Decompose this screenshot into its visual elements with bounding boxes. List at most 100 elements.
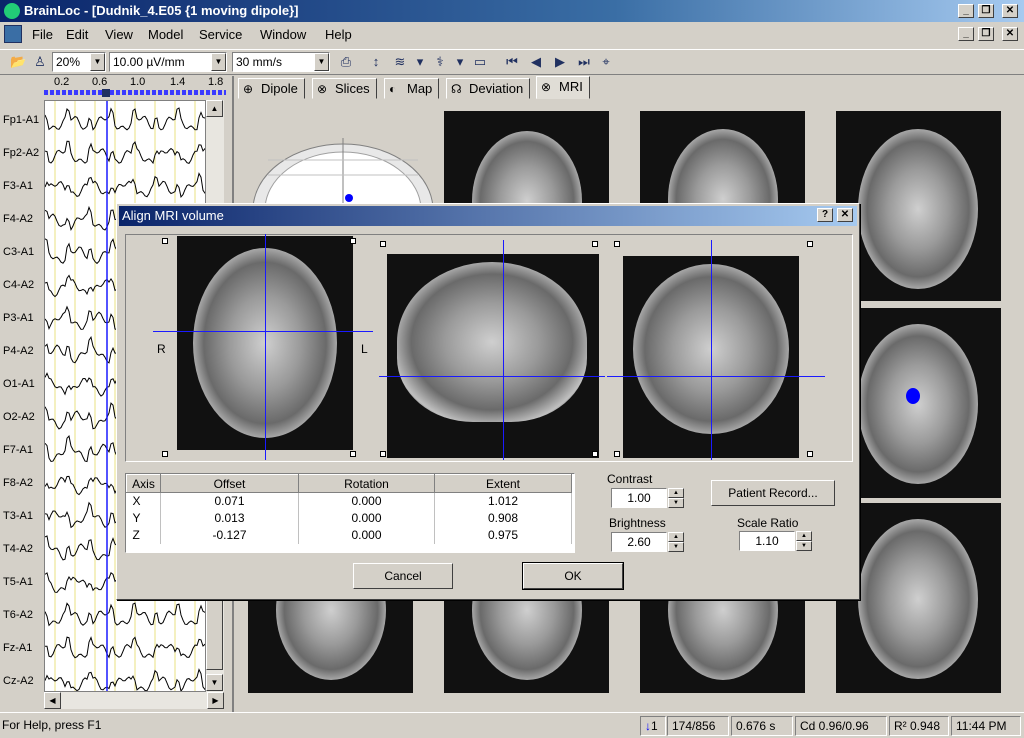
- resize-handle[interactable]: [592, 241, 598, 247]
- last-page-icon[interactable]: ⏭: [576, 54, 592, 70]
- mri-slice[interactable]: [836, 503, 1001, 693]
- cell-offset[interactable]: -0.127: [160, 526, 299, 544]
- mdi-restore-button[interactable]: ❐: [978, 27, 994, 41]
- spin-up-icon[interactable]: ▲: [796, 531, 812, 541]
- cell-extent[interactable]: 0.975: [434, 526, 572, 544]
- menu-file[interactable]: File: [32, 27, 53, 42]
- mri-slice[interactable]: [836, 308, 1001, 498]
- brightness-input[interactable]: 2.60: [611, 532, 667, 552]
- mri-slice[interactable]: [248, 600, 413, 693]
- resize-handle[interactable]: [614, 451, 620, 457]
- spin-up-icon[interactable]: ▲: [668, 488, 684, 498]
- mri-slice[interactable]: [836, 111, 1001, 301]
- eeg-horizontal-scrollbar[interactable]: ◀ ▶: [44, 692, 224, 709]
- table-row[interactable]: X 0.071 0.000 1.012: [126, 492, 572, 510]
- resize-handle[interactable]: [592, 451, 598, 457]
- cell-offset[interactable]: 0.013: [160, 509, 299, 527]
- dropdown-icon[interactable]: ▾: [412, 54, 428, 70]
- axial-crosshair-v[interactable]: [265, 234, 266, 460]
- scroll-up-icon[interactable]: ▲: [206, 100, 223, 117]
- print-icon[interactable]: ⎙: [338, 54, 354, 70]
- time-cursor-handle[interactable]: [102, 89, 110, 97]
- minimize-button[interactable]: _: [958, 4, 974, 18]
- table-row[interactable]: Z -0.127 0.000 0.975: [126, 526, 572, 544]
- mdi-close-button[interactable]: ✕: [1002, 27, 1018, 41]
- mri-slice[interactable]: [444, 600, 609, 693]
- cell-rotation[interactable]: 0.000: [298, 492, 435, 510]
- chevron-down-icon[interactable]: ▼: [211, 53, 226, 71]
- sagittal-view[interactable]: [387, 254, 599, 458]
- chevron-down-icon[interactable]: ▼: [90, 53, 105, 71]
- map-icon: ◐: [389, 82, 397, 96]
- speed-combo[interactable]: 30 mm/s ▼: [232, 52, 330, 72]
- scroll-down-icon[interactable]: ▼: [206, 674, 223, 691]
- tab-dipole[interactable]: ⊕ Dipole: [238, 78, 305, 99]
- spin-down-icon[interactable]: ▼: [668, 498, 684, 508]
- axial-crosshair-h[interactable]: [153, 331, 373, 332]
- alignment-table[interactable]: Axis Offset Rotation Extent X 0.071 0.00…: [125, 473, 575, 553]
- menu-window[interactable]: Window: [260, 27, 306, 42]
- tab-deviation[interactable]: ☊ Deviation: [446, 78, 531, 99]
- menu-help[interactable]: Help: [325, 27, 352, 42]
- contrast-input[interactable]: 1.00: [611, 488, 667, 508]
- dropdown-icon[interactable]: ▾: [452, 54, 468, 70]
- close-button[interactable]: ✕: [1002, 4, 1018, 18]
- first-page-icon[interactable]: ⏮: [504, 54, 520, 70]
- resize-handle[interactable]: [350, 451, 356, 457]
- ok-button[interactable]: OK: [522, 562, 624, 590]
- spin-down-icon[interactable]: ▼: [796, 541, 812, 551]
- next-page-icon[interactable]: ▶: [552, 54, 568, 70]
- resize-handle[interactable]: [614, 241, 620, 247]
- cancel-button[interactable]: Cancel: [353, 563, 453, 589]
- chevron-down-icon[interactable]: ▼: [314, 53, 329, 71]
- resize-handle[interactable]: [380, 241, 386, 247]
- help-button[interactable]: ?: [817, 208, 833, 222]
- menu-model[interactable]: Model: [148, 27, 183, 42]
- resize-handle[interactable]: [807, 451, 813, 457]
- resize-handle[interactable]: [380, 451, 386, 457]
- cell-extent[interactable]: 1.012: [434, 492, 572, 510]
- spin-up-icon[interactable]: ▲: [668, 532, 684, 542]
- resize-handle[interactable]: [162, 451, 168, 457]
- tab-slices[interactable]: ⊗ Slices: [312, 78, 377, 99]
- video-icon[interactable]: ▭: [472, 54, 488, 70]
- sensitivity-combo[interactable]: 10.00 µV/mm ▼: [109, 52, 227, 72]
- table-row[interactable]: Y 0.013 0.000 0.908: [126, 509, 572, 527]
- open-folder-icon[interactable]: 📂: [10, 54, 26, 70]
- coronal-crosshair-h[interactable]: [607, 376, 825, 377]
- prev-page-icon[interactable]: ◀: [528, 54, 544, 70]
- cell-rotation[interactable]: 0.000: [298, 526, 435, 544]
- resize-handle[interactable]: [807, 241, 813, 247]
- resize-handle[interactable]: [162, 238, 168, 244]
- patient-icon[interactable]: ♙: [32, 54, 48, 70]
- cell-rotation[interactable]: 0.000: [298, 509, 435, 527]
- zoom-combo[interactable]: 20% ▼: [52, 52, 106, 72]
- montage-icon[interactable]: ⚕: [432, 54, 448, 70]
- channels-icon[interactable]: ≋: [392, 54, 408, 70]
- coronal-crosshair-v[interactable]: [711, 240, 712, 460]
- scale-icon[interactable]: ↕: [368, 54, 384, 70]
- spin-down-icon[interactable]: ▼: [668, 542, 684, 552]
- tab-mri[interactable]: ⊗ MRI: [536, 76, 590, 99]
- mri-slice[interactable]: [444, 111, 609, 206]
- restore-button[interactable]: ❐: [978, 4, 994, 18]
- cell-extent[interactable]: 0.908: [434, 509, 572, 527]
- scroll-left-icon[interactable]: ◀: [44, 692, 61, 709]
- resize-handle[interactable]: [350, 238, 356, 244]
- crosshair-icon: ⊕: [243, 82, 254, 96]
- mri-slice[interactable]: [640, 111, 805, 206]
- marker-icon[interactable]: ⌖: [598, 54, 614, 70]
- menu-edit[interactable]: Edit: [66, 27, 88, 42]
- scale-ratio-input[interactable]: 1.10: [739, 531, 795, 551]
- dialog-close-button[interactable]: ✕: [837, 208, 853, 222]
- mdi-minimize-button[interactable]: _: [958, 27, 974, 41]
- sagittal-crosshair-v[interactable]: [503, 240, 504, 460]
- mri-slice[interactable]: [640, 600, 805, 693]
- sagittal-crosshair-h[interactable]: [379, 376, 605, 377]
- patient-record-button[interactable]: Patient Record...: [711, 480, 835, 506]
- tab-map[interactable]: ◐ Map: [384, 78, 440, 99]
- scroll-right-icon[interactable]: ▶: [207, 692, 224, 709]
- cell-offset[interactable]: 0.071: [160, 492, 299, 510]
- menu-service[interactable]: Service: [199, 27, 242, 42]
- menu-view[interactable]: View: [105, 27, 133, 42]
